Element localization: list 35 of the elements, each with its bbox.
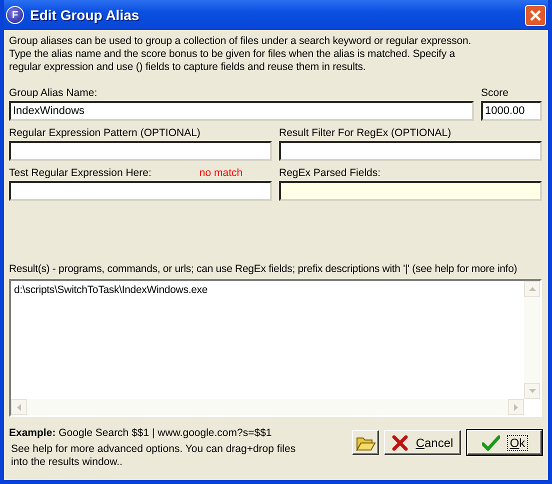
test-regex-field[interactable] [9, 181, 272, 201]
instruction-text: Type the alias name and the score bonus to be given for files when the alias is matched. Specify a regular expression and use () fields to capture fields and reuse them in results. [9, 48, 456, 74]
right-arrow-icon [514, 404, 518, 410]
alias-name-field[interactable]: IndexWindows [9, 101, 474, 121]
window-title: Edit Group Alias [30, 7, 140, 23]
result-filter-field[interactable] [279, 141, 542, 161]
vertical-scrollbar[interactable] [524, 281, 540, 399]
regex-pattern-field[interactable] [9, 141, 272, 161]
x-icon [392, 434, 408, 450]
result-entry: d:\scripts\SwitchToTask\IndexWindows.exe [14, 284, 208, 296]
results-field[interactable]: d:\scripts\SwitchToTask\IndexWindows.exe [9, 279, 542, 417]
close-button[interactable] [525, 4, 546, 26]
browse-button[interactable] [352, 430, 379, 455]
example-text: Example: Google Search $$1 | www.google.com?s=$$1 [9, 427, 273, 439]
instruction-text: Group aliases can be used to group a collection of files under a search keyword or regular expresson. [9, 35, 472, 48]
score-field[interactable]: 1000.00 [481, 101, 542, 121]
down-arrow-icon [528, 389, 536, 393]
field-label: Regular Expression Pattern (OPTIONAL) [9, 127, 202, 139]
folder-icon [356, 434, 376, 450]
match-status: no match [199, 167, 243, 179]
horizontal-scrollbar[interactable] [11, 399, 524, 415]
help-text: See help for more advanced options. You can drag+drop files into the results window.. [10, 443, 297, 469]
field-label: Result Filter For RegEx (OPTIONAL) [279, 127, 452, 139]
checkmark-icon [482, 434, 500, 450]
ok-button[interactable]: Ok [467, 430, 542, 455]
left-arrow-icon [17, 404, 21, 410]
field-label: Test Regular Expression Here: [9, 167, 152, 179]
up-arrow-icon [528, 287, 536, 291]
field-label: Group Alias Name: [9, 87, 98, 99]
app-icon: F [6, 6, 24, 24]
field-label: Result(s) - programs, commands, or urls; can use RegEx fields; prefix descriptions with '|' (see help for more info) [9, 263, 518, 275]
field-label: Score [481, 87, 510, 99]
field-label: RegEx Parsed Fields: [279, 167, 382, 179]
cancel-button[interactable]: Cancel [384, 430, 461, 455]
close-icon [529, 8, 542, 22]
